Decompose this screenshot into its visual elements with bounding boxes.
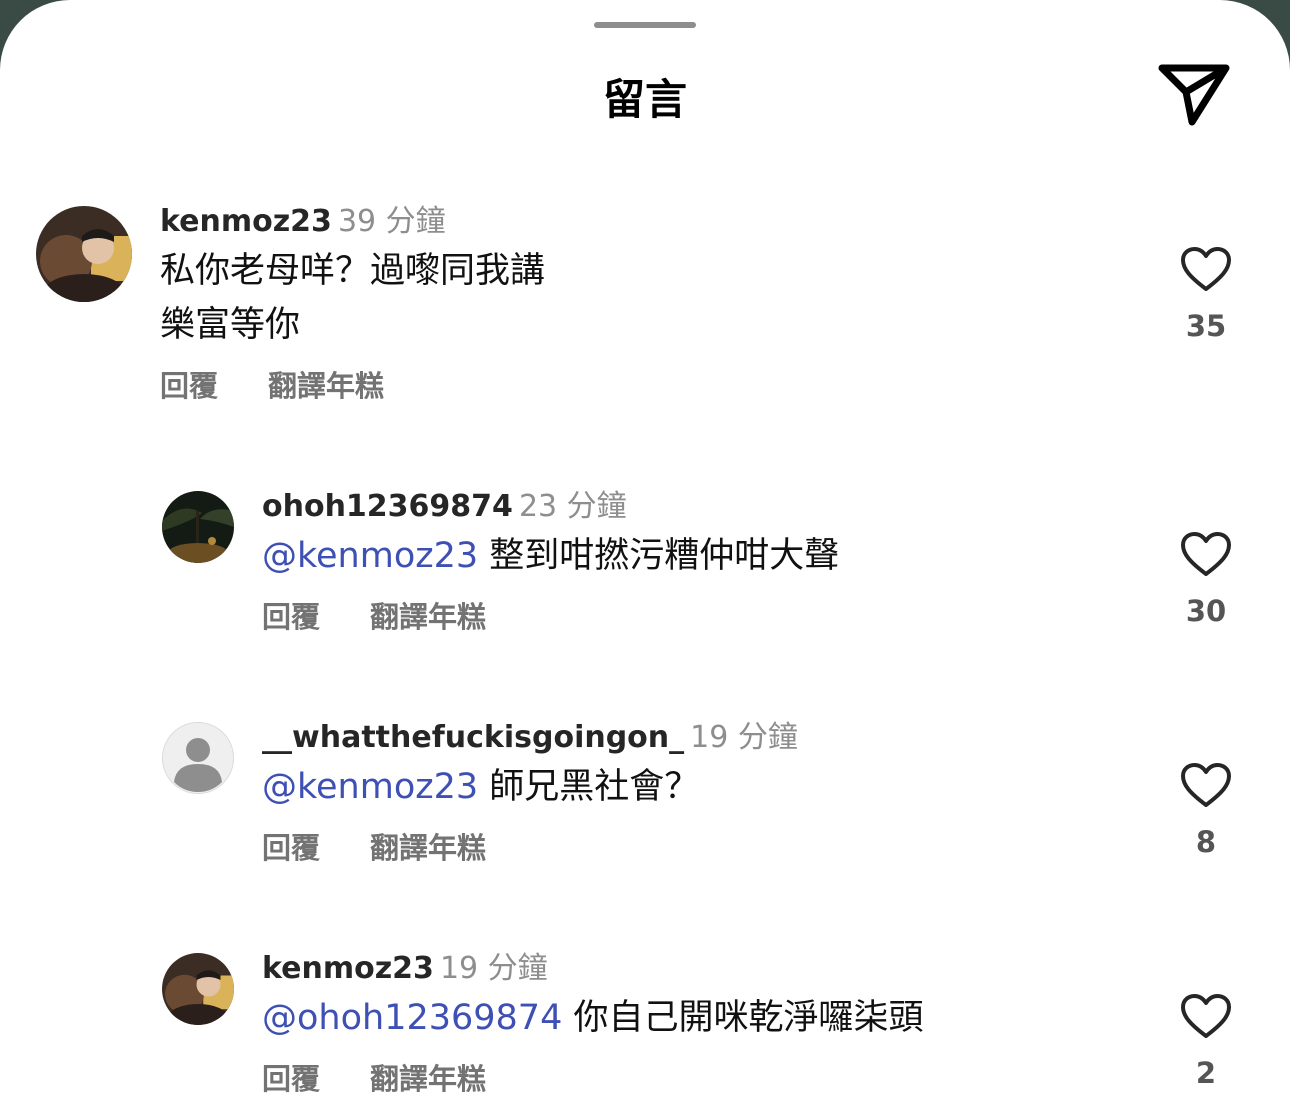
comment-meta: kenmoz23 39 分鐘: [160, 202, 446, 242]
avatar-photo: [162, 953, 234, 1025]
like-button[interactable]: 35: [1170, 246, 1242, 346]
like-button[interactable]: 2: [1170, 993, 1242, 1093]
translate-button[interactable]: 翻譯年糕: [370, 597, 486, 637]
like-button[interactable]: 30: [1170, 531, 1242, 631]
like-button[interactable]: 8: [1170, 762, 1242, 862]
comment-text-line: 樂富等你: [160, 305, 301, 345]
timestamp: 19 分鐘: [690, 720, 798, 755]
mention-link[interactable]: @kenmoz23: [262, 767, 478, 807]
reply-button[interactable]: 回覆: [160, 366, 218, 406]
comment-actions: 回覆 翻譯年糕: [262, 828, 486, 868]
username[interactable]: kenmoz23: [262, 951, 434, 986]
comment-body: 師兄黑社會？: [489, 767, 700, 807]
heart-icon: [1181, 994, 1231, 1038]
like-count: 8: [1195, 825, 1217, 859]
comment-text: 私你老母咩？過嚟同我講 樂富等你: [160, 244, 545, 352]
send-icon: [1158, 64, 1230, 126]
username[interactable]: ohoh12369874: [262, 489, 513, 524]
avatar-photo: [162, 491, 234, 563]
heart-icon: [1181, 247, 1231, 291]
comment-body: 你自己開咪乾淨囉柒頭: [573, 998, 924, 1038]
translate-button[interactable]: 翻譯年糕: [370, 1059, 486, 1099]
comment-meta: __whatthefuckisgoingon_ 19 分鐘: [262, 718, 798, 758]
comment-body: 整到咁撚污糟仲咁大聲: [489, 536, 840, 576]
comment-text: @kenmoz23 整到咁撚污糟仲咁大聲: [262, 529, 839, 583]
comment-actions: 回覆 翻譯年糕: [262, 597, 486, 637]
user-silhouette-icon: [162, 722, 234, 794]
reply-button[interactable]: 回覆: [262, 828, 320, 868]
timestamp: 23 分鐘: [518, 489, 627, 524]
like-count: 35: [1185, 309, 1227, 343]
timestamp: 39 分鐘: [337, 204, 446, 239]
comments-sheet: 留言 kenmoz23 39 分鐘 私你老母咩？過嚟同我講 樂富等你 回覆 翻譯年糕: [0, 0, 1290, 1118]
translate-button[interactable]: 翻譯年糕: [370, 828, 486, 868]
username[interactable]: kenmoz23: [160, 204, 332, 239]
sheet-title: 留言: [602, 75, 687, 124]
heart-icon: [1181, 763, 1231, 807]
comment-actions: 回覆 翻譯年糕: [160, 366, 384, 406]
reply-button[interactable]: 回覆: [262, 597, 320, 637]
avatar-photo: [36, 206, 132, 302]
comment-meta: ohoh12369874 23 分鐘: [262, 487, 627, 527]
mention-link[interactable]: @ohoh12369874: [262, 998, 562, 1038]
reply-button[interactable]: 回覆: [262, 1059, 320, 1099]
avatar[interactable]: [36, 206, 132, 302]
sheet-drag-handle[interactable]: [594, 22, 696, 28]
comment-meta: kenmoz23 19 分鐘: [262, 949, 548, 989]
avatar[interactable]: [162, 953, 234, 1025]
timestamp: 19 分鐘: [439, 951, 548, 986]
comment-text: @kenmoz23 師兄黑社會？: [262, 760, 699, 814]
comment-text-line: 私你老母咩？過嚟同我講: [160, 251, 546, 291]
like-count: 30: [1185, 594, 1227, 628]
heart-icon: [1181, 532, 1231, 576]
share-button[interactable]: [1156, 58, 1232, 130]
comment-text: @ohoh12369874 你自己開咪乾淨囉柒頭: [262, 991, 924, 1045]
translate-button[interactable]: 翻譯年糕: [268, 366, 384, 406]
username[interactable]: __whatthefuckisgoingon_: [262, 720, 684, 755]
comment-actions: 回覆 翻譯年糕: [262, 1059, 486, 1099]
avatar[interactable]: [162, 491, 234, 563]
avatar[interactable]: [162, 722, 234, 794]
like-count: 2: [1195, 1056, 1217, 1090]
mention-link[interactable]: @kenmoz23: [262, 536, 478, 576]
